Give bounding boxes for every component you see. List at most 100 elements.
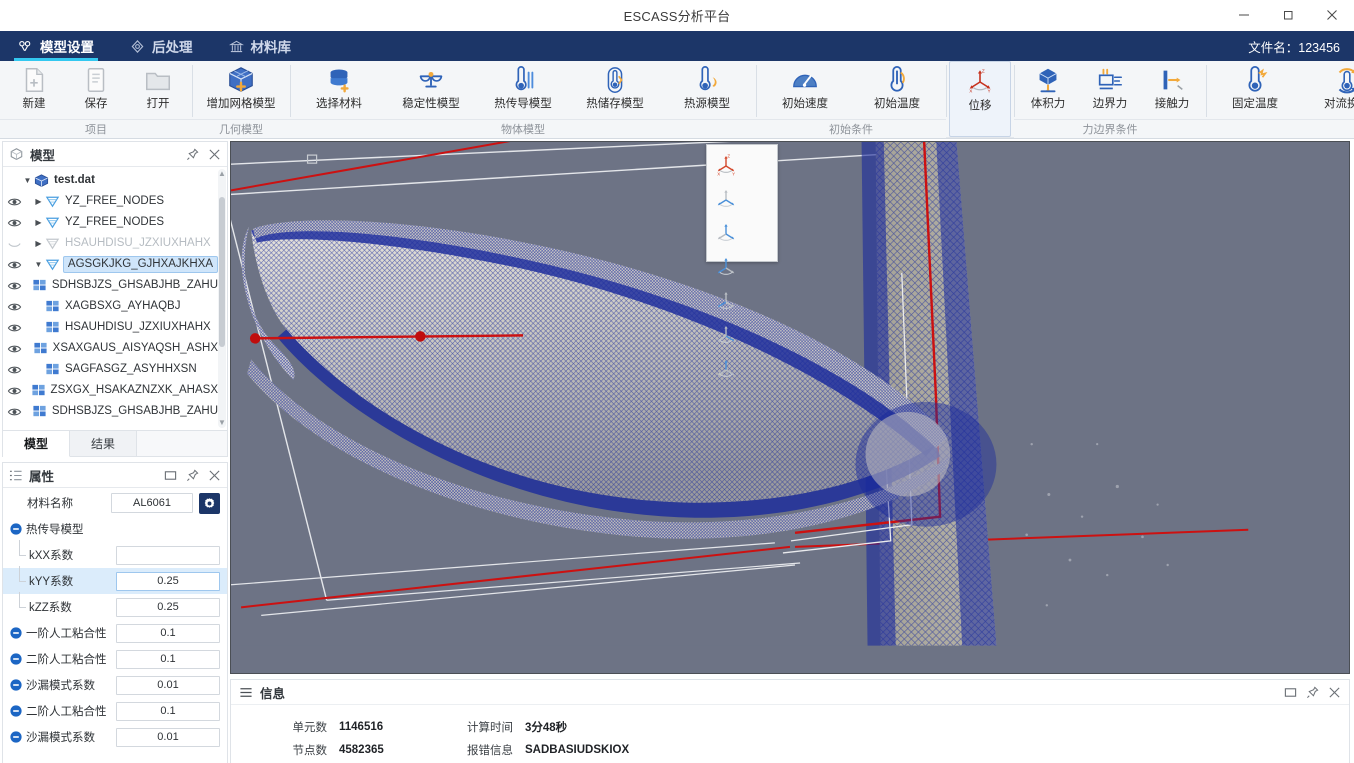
ribbon-button-body-force[interactable]: 体积力 xyxy=(1017,61,1079,117)
constraint-option-x[interactable] xyxy=(709,285,743,319)
tree-row-elementset-10[interactable]: SDHSBJZS_GHSABJHB_ZAHU xyxy=(3,401,218,422)
constraint-option-xy[interactable] xyxy=(709,251,743,285)
ribbon-button-add-mesh-model[interactable]: 增加网格模型 xyxy=(195,61,287,117)
visibility-eye-icon[interactable] xyxy=(7,405,22,419)
ribbon-button-displacement[interactable]: Z X Y 位移 xyxy=(949,61,1011,137)
collapse-toggle-icon[interactable] xyxy=(9,652,23,666)
collapse-toggle-icon[interactable] xyxy=(9,626,23,640)
3d-viewport[interactable]: Z X Y xyxy=(230,141,1350,674)
pin-icon[interactable] xyxy=(1306,686,1319,699)
close-icon[interactable] xyxy=(1328,686,1341,699)
model-tree: ▼ test.dat ▶ xyxy=(3,167,218,430)
ribbon-button-heat-source-model[interactable]: 热源模型 xyxy=(661,61,753,117)
tree-row-elementset-7[interactable]: XSAXGAUS_AISYAQSH_ASHX xyxy=(3,338,218,359)
tree-item-label: SAGFASGZ_ASYHHXSN xyxy=(65,362,197,377)
ribbon-button-new[interactable]: 新建 xyxy=(3,61,65,117)
tree-row-nodeset-1[interactable]: ▶ YZ_FREE_NODES xyxy=(3,212,218,233)
ribbon-button-save[interactable]: 保存 xyxy=(65,61,127,117)
second-order-viscosity-input-2[interactable]: 0.1 xyxy=(116,702,220,721)
kyy-input[interactable]: 0.25 xyxy=(116,572,220,591)
scroll-up-arrow-icon[interactable]: ▲ xyxy=(218,169,226,179)
visibility-eye-off-icon[interactable] xyxy=(7,237,22,251)
displacement-constraint-popup[interactable]: Z X Y xyxy=(706,144,778,262)
collapse-toggle-icon[interactable] xyxy=(9,730,23,744)
collapse-toggle-icon[interactable] xyxy=(9,704,23,718)
close-button[interactable] xyxy=(1310,0,1354,31)
tree-row-nodeset-2[interactable]: ▶ HSAUHDISU_JZXIUXHAHX xyxy=(3,233,218,254)
constraint-option-xz[interactable] xyxy=(709,217,743,251)
expand-caret-icon[interactable]: ▼ xyxy=(22,176,33,185)
first-order-viscosity-input[interactable]: 0.1 xyxy=(116,624,220,643)
menu-tab-material-library[interactable]: 材料库 xyxy=(211,31,310,61)
tree-row-elementset-8[interactable]: SAGFASGZ_ASYHHXSN xyxy=(3,359,218,380)
ribbon-group-initial-conditions: 初始速度 初始温度 初始条件 xyxy=(756,61,946,139)
pin-icon[interactable] xyxy=(186,148,199,161)
tab-model[interactable]: 模型 xyxy=(3,431,70,457)
property-row-heat-conduction-group[interactable]: 热传导模型 xyxy=(3,516,227,542)
menu-tab-model-settings[interactable]: 模型设置 xyxy=(0,31,112,61)
ribbon-button-stability-model[interactable]: 稳定性模型 xyxy=(385,61,477,117)
constraint-option-y[interactable] xyxy=(709,319,743,353)
hourglass-coefficient-input-2[interactable]: 0.01 xyxy=(116,728,220,747)
tree-row-elementset-9[interactable]: ZSXGX_HSAKAZNZXK_AHASX xyxy=(3,380,218,401)
collapse-toggle-icon[interactable] xyxy=(9,522,23,536)
tab-results[interactable]: 结果 xyxy=(70,431,137,456)
ribbon-group-object-model: 选择材料 稳定性模型 热传导模型 xyxy=(290,61,756,139)
ribbon-button-initial-temperature[interactable]: 初始温度 xyxy=(851,61,943,117)
tree-row-root[interactable]: ▼ test.dat xyxy=(3,170,218,191)
ribbon-button-heat-storage-model[interactable]: 热储存模型 xyxy=(569,61,661,117)
close-icon[interactable] xyxy=(208,148,221,161)
visibility-eye-icon[interactable] xyxy=(7,384,22,398)
ribbon-button-contact-force[interactable]: 接触力 xyxy=(1141,61,1203,117)
visibility-eye-icon[interactable] xyxy=(7,321,22,335)
expand-caret-icon[interactable]: ▼ xyxy=(33,260,44,269)
model-tree-scrollbar[interactable]: ▲ ▼ xyxy=(218,169,226,428)
second-order-viscosity-input-1[interactable]: 0.1 xyxy=(116,650,220,669)
restore-icon[interactable] xyxy=(164,469,177,482)
kxx-input[interactable] xyxy=(116,546,220,565)
visibility-eye-icon[interactable] xyxy=(7,195,22,209)
menu-tab-post-process[interactable]: 后处理 xyxy=(112,31,211,61)
tree-row-elementset-6[interactable]: HSAUHDISU_JZXIUXHAHX xyxy=(3,317,218,338)
ribbon-button-heat-conduction-model[interactable]: 热传导模型 xyxy=(477,61,569,117)
tree-row-elementset-4[interactable]: SDHSBJZS_GHSABJHB_ZAHU xyxy=(3,275,218,296)
ribbon-button-boundary-force[interactable]: 边界力 xyxy=(1079,61,1141,117)
maximize-button[interactable] xyxy=(1266,0,1310,31)
ribbon-button-initial-velocity[interactable]: 初始速度 xyxy=(759,61,851,117)
ribbon-button-fixed-temperature[interactable]: 固定温度 xyxy=(1209,61,1301,117)
constraint-option-yz[interactable] xyxy=(709,183,743,217)
visibility-eye-icon[interactable] xyxy=(7,342,22,356)
constraint-option-z[interactable] xyxy=(709,353,743,387)
hourglass-coefficient-input-1[interactable]: 0.01 xyxy=(116,676,220,695)
tree-item-label: HSAUHDISU_JZXIUXHAHX xyxy=(65,320,211,335)
close-icon[interactable] xyxy=(208,469,221,482)
ribbon-button-open[interactable]: 打开 xyxy=(127,61,189,117)
visibility-eye-icon[interactable] xyxy=(7,216,22,230)
restore-icon[interactable] xyxy=(1284,686,1297,699)
tree-row-nodeset-3[interactable]: ▼ AGSGKJKG_GJHXAJKHXA xyxy=(3,254,218,275)
visibility-eye-icon[interactable] xyxy=(7,279,22,293)
constraint-option-xyz[interactable]: Z X Y xyxy=(709,149,743,183)
collapse-toggle-icon[interactable] xyxy=(9,678,23,692)
scrollbar-thumb[interactable] xyxy=(219,197,225,347)
tree-row-elementset-5[interactable]: XAGBSXG_AYHAQBJ xyxy=(3,296,218,317)
ribbon-button-convection[interactable]: 对流换热 xyxy=(1301,61,1354,117)
visibility-eye-icon[interactable] xyxy=(7,258,22,272)
expand-caret-icon[interactable]: ▶ xyxy=(33,197,44,206)
ribbon-button-select-material[interactable]: 选择材料 xyxy=(293,61,385,117)
scroll-down-arrow-icon[interactable]: ▼ xyxy=(218,418,226,428)
kzz-input[interactable]: 0.25 xyxy=(116,598,220,617)
minimize-button[interactable] xyxy=(1222,0,1266,31)
visibility-eye-icon[interactable] xyxy=(7,363,22,377)
pin-icon[interactable] xyxy=(186,469,199,482)
visibility-eye-icon[interactable] xyxy=(7,300,22,314)
expand-caret-icon[interactable]: ▶ xyxy=(33,218,44,227)
model-cube-icon xyxy=(33,173,50,188)
material-settings-button[interactable] xyxy=(199,493,220,514)
tree-row-nodeset-0[interactable]: ▶ YZ_FREE_NODES xyxy=(3,191,218,212)
property-label: 材料名称 xyxy=(27,495,73,511)
material-name-input[interactable]: AL6061 xyxy=(111,493,193,513)
expand-caret-icon[interactable]: ▶ xyxy=(33,239,44,248)
info-key: 计算时间 xyxy=(443,719,513,735)
file-name-label: 文件名：123456 xyxy=(1248,31,1354,61)
